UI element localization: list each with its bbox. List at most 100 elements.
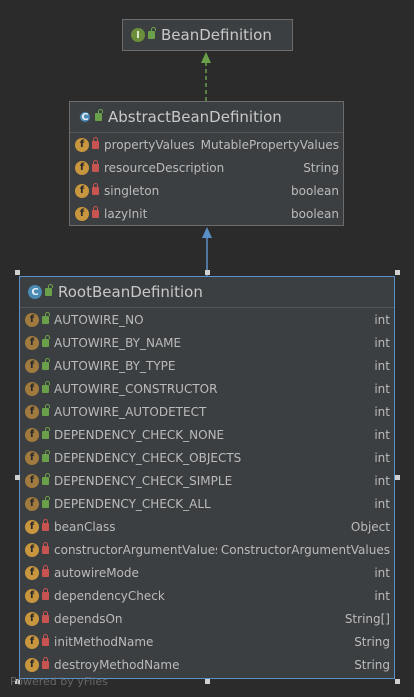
private-access-icon [92,182,99,195]
field-icon: f [25,335,39,350]
public-access-icon [42,357,50,370]
field-row[interactable]: f DEPENDENCY_CHECK_NONE int [20,423,394,446]
field-name: resourceDescription [104,160,225,175]
private-access-icon [42,518,49,531]
public-access-icon [42,449,50,462]
public-access-icon [42,311,50,324]
field-row[interactable]: f beanClass Object [20,515,394,538]
field-type: boolean [291,206,339,221]
field-row[interactable]: f AUTOWIRE_AUTODETECT int [20,400,394,423]
selection-handle[interactable] [15,475,20,480]
field-row[interactable]: f dependsOn String[] [20,607,394,630]
bean-definition-node[interactable]: I BeanDefinition [122,19,293,51]
field-name: DEPENDENCY_CHECK_SIMPLE [54,473,233,488]
selection-handle[interactable] [205,270,210,275]
root-bean-definition-node[interactable]: C RootBeanDefinition f AUTOWIRE_NO int f AUT… [19,276,395,679]
field-type: Object [350,519,390,534]
public-access-icon [42,495,50,508]
abstract-bean-definition-node[interactable]: C AbstractBeanDefinition f propertyValues… [69,101,344,226]
public-access-icon [42,403,50,416]
private-access-icon [42,633,49,646]
field-type: String [354,657,390,672]
field-list: f AUTOWIRE_NO int f AUTOWIRE_BY_NAME int f AUTO… [20,308,394,676]
field-icon: f [75,183,89,198]
field-row[interactable]: f initMethodName String [20,630,394,653]
field-icon: f [25,657,39,672]
private-access-icon [42,656,49,669]
private-access-icon [42,610,49,623]
field-row[interactable]: f singleton boolean [70,179,343,202]
field-row[interactable]: f DEPENDENCY_CHECK_OBJECTS int [20,446,394,469]
field-name: propertyValues [104,137,195,152]
field-type: int [374,381,390,396]
field-icon: f [25,519,39,534]
field-row[interactable]: f constructorArgumentValues ConstructorArg… [20,538,394,561]
field-type: int [374,358,390,373]
interface-icon: I [131,28,145,42]
field-name: initMethodName [54,634,154,649]
public-access-icon [42,380,50,393]
selection-handle[interactable] [15,270,20,275]
field-type: MutablePropertyValues [200,137,339,152]
field-row[interactable]: f AUTOWIRE_BY_TYPE int [20,354,394,377]
field-type: int [374,404,390,419]
field-row[interactable]: f lazyInit boolean [70,202,343,225]
public-access-icon [95,109,103,121]
field-row[interactable]: f destroyMethodName String [20,653,394,676]
field-row[interactable]: f AUTOWIRE_BY_NAME int [20,331,394,354]
class-icon: C [28,285,42,299]
private-access-icon [92,159,99,172]
field-type: String [354,634,390,649]
field-type: int [374,496,390,511]
field-row[interactable]: f propertyValues MutablePropertyValues [70,133,343,156]
field-row[interactable]: f AUTOWIRE_CONSTRUCTOR int [20,377,394,400]
field-row[interactable]: f DEPENDENCY_CHECK_ALL int [20,492,394,515]
field-icon: f [75,137,89,152]
selection-handle[interactable] [395,270,400,275]
field-type: String [303,160,339,175]
field-icon: f [25,404,39,419]
field-name: beanClass [54,519,116,534]
field-name: DEPENDENCY_CHECK_NONE [54,427,225,442]
field-row[interactable]: f AUTOWIRE_NO int [20,308,394,331]
abstract-class-icon: C [78,110,92,124]
field-row[interactable]: f DEPENDENCY_CHECK_SIMPLE int [20,469,394,492]
field-icon: f [25,381,39,396]
field-icon: f [25,473,39,488]
private-access-icon [42,541,49,554]
selection-handle[interactable] [205,679,210,684]
field-icon: f [25,634,39,649]
field-row[interactable]: f autowireMode int [20,561,394,584]
field-name: autowireMode [54,565,139,580]
public-access-icon [148,27,156,39]
selection-handle[interactable] [395,475,400,480]
field-name: dependencyCheck [54,588,165,603]
public-access-icon [42,426,50,439]
private-access-icon [42,587,49,600]
field-name: AUTOWIRE_BY_NAME [54,335,182,350]
public-access-icon [42,334,50,347]
node-title: AbstractBeanDefinition [108,108,282,126]
field-icon: f [25,611,39,626]
field-icon: f [25,427,39,442]
field-icon: f [75,160,89,175]
field-name: AUTOWIRE_BY_TYPE [54,358,176,373]
field-name: DEPENDENCY_CHECK_OBJECTS [54,450,242,465]
private-access-icon [92,205,99,218]
public-access-icon [42,472,50,485]
inheritance-arrowhead [202,227,212,238]
field-icon: f [25,450,39,465]
field-type: int [374,335,390,350]
field-row[interactable]: f resourceDescription String [70,156,343,179]
node-title: RootBeanDefinition [58,283,203,301]
field-type: int [374,473,390,488]
field-name: destroyMethodName [54,657,180,672]
field-row[interactable]: f dependencyCheck int [20,584,394,607]
selection-handle[interactable] [395,679,400,684]
field-type: int [374,450,390,465]
node-title: BeanDefinition [161,26,272,44]
field-type: ConstructorArgumentValues [220,542,390,557]
field-icon: f [25,565,39,580]
field-icon: f [75,206,89,221]
field-list: f propertyValues MutablePropertyValues f res… [70,133,343,225]
